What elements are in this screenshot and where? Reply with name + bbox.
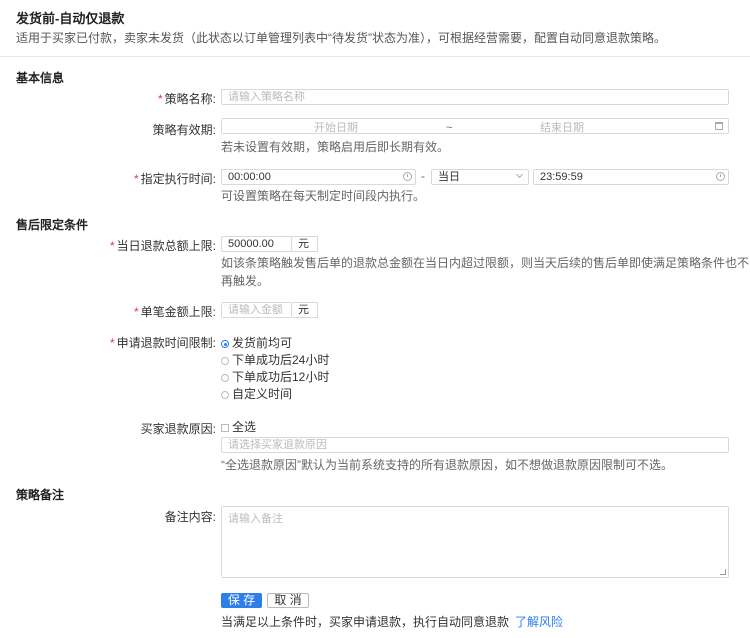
exec-hint: 可设置策略在每天制定时间段内执行。	[221, 189, 426, 203]
radio-icon	[221, 391, 229, 399]
footer-note: 当满足以上条件时，买家申请退款，执行自动同意退款 了解风险	[221, 613, 563, 630]
page-title: 发货前-自动仅退款	[16, 11, 125, 26]
start-date-input[interactable]: 开始日期	[314, 121, 358, 133]
notes-placeholder: 请输入备注	[228, 513, 283, 525]
radio-12-hours[interactable]: 下单成功后12小时	[221, 370, 329, 384]
cancel-button[interactable]: 取 消	[267, 593, 309, 608]
refund-reason-label: 买家退款原因:	[140, 422, 216, 436]
resize-handle-icon[interactable]	[720, 569, 726, 575]
daily-limit-input[interactable]: 50000.00	[221, 236, 292, 252]
chevron-down-icon	[515, 170, 524, 179]
end-date-input[interactable]: 结束日期	[540, 121, 584, 133]
radio-24-hours[interactable]: 下单成功后24小时	[221, 353, 329, 367]
clock-icon	[403, 172, 412, 181]
single-limit-label: * 单笔金额上限:	[133, 305, 216, 319]
validity-label: 策略有效期:	[152, 123, 216, 137]
daily-limit-unit: 元	[292, 236, 318, 252]
learn-risk-link[interactable]: 了解风险	[515, 615, 563, 629]
section-after-sale-limits: 售后限定条件	[16, 218, 89, 232]
exec-time-label: * 指定执行时间:	[133, 172, 216, 186]
page-header: 发货前-自动仅退款 适用于买家已付款，卖家未发货（此状态以订单管理列表中“待发货…	[0, 0, 750, 57]
exec-end-value: 23:59:59	[540, 171, 583, 183]
calendar-icon	[715, 122, 723, 130]
clock-icon	[716, 172, 725, 181]
page-description: 适用于买家已付款，卖家未发货（此状态以订单管理列表中“待发货”状态为准），可根据…	[16, 31, 666, 45]
validity-hint: 若未设置有效期，策略启用后即长期有效。	[221, 140, 450, 154]
radio-icon	[221, 374, 229, 382]
single-limit-unit: 元	[292, 302, 318, 318]
range-separator: ~	[446, 122, 453, 134]
notes-textarea[interactable]: 请输入备注	[221, 506, 729, 578]
exec-day-select[interactable]: 当日	[431, 169, 529, 185]
single-limit-input[interactable]: 请输入金额	[221, 302, 292, 318]
exec-start-time-input[interactable]: 00:00:00	[221, 169, 416, 185]
refund-time-limit-label: * 申请退款时间限制:	[109, 336, 216, 350]
refund-reason-hint: “全选退款原因”默认为当前系统支持的所有退款原因，如不想做退款原因限制可不选。	[221, 458, 673, 472]
exec-start-value: 00:00:00	[228, 171, 271, 183]
daily-limit-hint-line2: 再触发。	[221, 274, 270, 288]
select-all-reasons-checkbox[interactable]: 全选	[221, 420, 256, 434]
notes-label: 备注内容:	[164, 510, 216, 524]
strategy-name-input[interactable]: 请输入策略名称	[221, 89, 729, 105]
refund-reason-select[interactable]: 请选择买家退款原因	[221, 437, 729, 453]
exec-dash: -	[421, 169, 425, 183]
exec-day-value: 当日	[438, 171, 460, 183]
radio-before-shipping[interactable]: 发货前均可	[221, 336, 292, 350]
section-strategy-notes: 策略备注	[16, 488, 65, 502]
exec-end-time-input[interactable]: 23:59:59	[533, 169, 729, 185]
strategy-name-label: * 策略名称:	[157, 92, 216, 106]
save-button[interactable]: 保 存	[221, 593, 262, 608]
radio-custom-time[interactable]: 自定义时间	[221, 387, 292, 401]
daily-limit-hint-line1: 如该条策略触发售后单的退款总金额在当日内超过限额，则当天后续的售后单即使满足策略…	[221, 256, 750, 270]
validity-range-picker[interactable]: 开始日期 ~ 结束日期	[221, 118, 729, 134]
section-basic-info: 基本信息	[16, 71, 65, 85]
footer-text: 当满足以上条件时，买家申请退款，执行自动同意退款	[221, 615, 510, 629]
radio-checked-icon	[221, 340, 229, 348]
checkbox-icon	[221, 424, 229, 432]
daily-limit-label: * 当日退款总额上限:	[109, 239, 216, 253]
radio-icon	[221, 357, 229, 365]
